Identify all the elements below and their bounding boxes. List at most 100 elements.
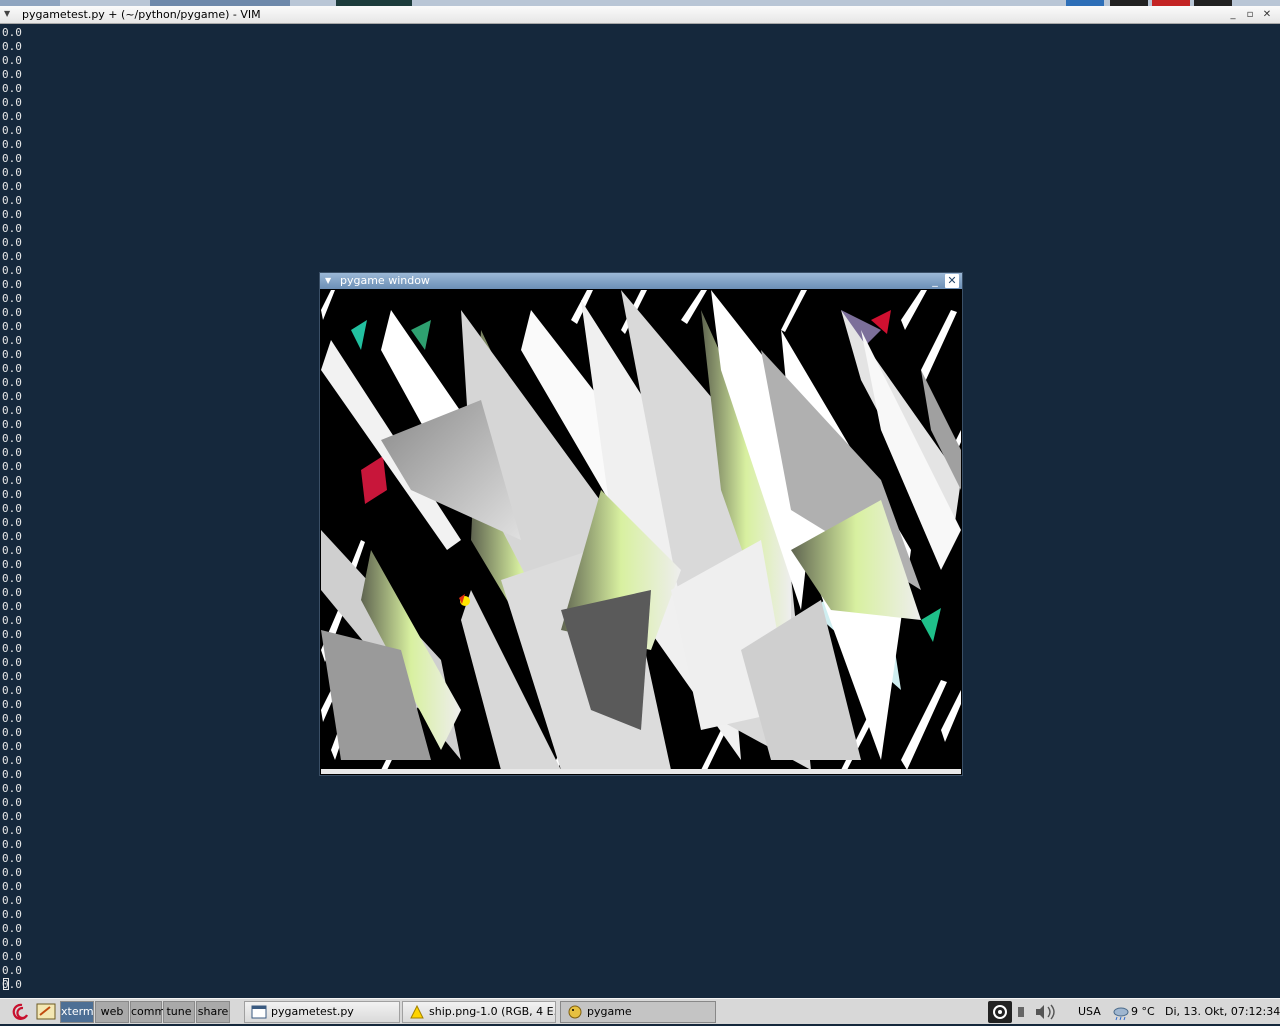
terminal-line: 0.0 (2, 922, 22, 935)
terminal-line: 0.0 (2, 516, 22, 529)
terminal-line: 0.0 (2, 96, 22, 109)
text-cursor (3, 978, 9, 990)
terminal-line: 0.0 (2, 124, 22, 137)
terminal-line: 0.0 (2, 502, 22, 515)
task-label: pygame (587, 1005, 632, 1018)
terminal-line: 0.0 (2, 684, 22, 697)
terminal-line: 0.0 (2, 334, 22, 347)
window-menu-icon[interactable]: ▼ (325, 276, 331, 285)
terminal-line: 0.0 (2, 54, 22, 67)
pygame-window-title: pygame window (340, 274, 430, 287)
task-label: ship.png-1.0 (RGB, 4 E... (429, 1005, 556, 1018)
terminal-line: 0.0 (2, 250, 22, 263)
terminal-line: 0.0 (2, 306, 22, 319)
terminal-line: 0.0 (2, 390, 22, 403)
weather-cloud-icon (1113, 1007, 1129, 1021)
terminal-line: 0.0 (2, 40, 22, 53)
terminal-line: 0.0 (2, 320, 22, 333)
terminal-line: 0.0 (2, 894, 22, 907)
close-button[interactable]: ✕ (1260, 8, 1274, 22)
terminal-line: 0.0 (2, 530, 22, 543)
window-bottom-border (321, 769, 961, 774)
terminal-line: 0.0 (2, 670, 22, 683)
terminal-line: 0.0 (2, 488, 22, 501)
terminal-line: 0.0 (2, 824, 22, 837)
vim-window-title: pygametest.py + (~/python/pygame) - VIM (22, 8, 261, 21)
terminal-line: 0.0 (2, 628, 22, 641)
terminal-line: 0.0 (2, 698, 22, 711)
terminal-line: 0.0 (2, 348, 22, 361)
terminal-line: 0.0 (2, 222, 22, 235)
terminal-line: 0.0 (2, 194, 22, 207)
window-icon (251, 1005, 267, 1019)
pygame-titlebar[interactable]: ▼ pygame window _ ✕ (320, 273, 962, 289)
terminal-line: 0.0 (2, 572, 22, 585)
task-label: pygametest.py (271, 1005, 354, 1018)
terminal-line: 0.0 (2, 600, 22, 613)
task-pygametest[interactable]: pygametest.py (244, 1001, 400, 1023)
terminal-line: 0.0 (2, 810, 22, 823)
minimize-button[interactable]: _ (928, 274, 942, 288)
start-menu-button[interactable] (8, 1001, 34, 1023)
terminal-line: 0.0 (2, 950, 22, 963)
terminal-line: 0.0 (2, 936, 22, 949)
tray-app-icon[interactable] (988, 1001, 1012, 1023)
terminal-line: 0.0 (2, 418, 22, 431)
terminal-line: 0.0 (2, 180, 22, 193)
editor-launcher-icon (36, 1003, 56, 1020)
vim-text-area[interactable]: 0.0 0.0 0.0 0.0 0.0 0.0 0.0 0.0 0.0 0.0 0.0 0.0 0.0 0… (2, 26, 302, 992)
maximize-button[interactable]: ▫ (1243, 8, 1257, 22)
debian-swirl-icon (12, 1003, 29, 1020)
terminal-line: 0.0 (2, 152, 22, 165)
clock[interactable]: Di, 13. Okt, 07:12:34 (1165, 1001, 1280, 1023)
terminal-line: 0.0 (2, 754, 22, 767)
record-icon (993, 1005, 1007, 1019)
terminal-line: 0.0 (2, 586, 22, 599)
desktop-share[interactable]: share (196, 1001, 230, 1023)
game-canvas[interactable] (321, 290, 961, 770)
terminal-line: 0.0 (2, 236, 22, 249)
terminal-line: 0.0 (2, 110, 22, 123)
keyboard-layout[interactable]: USA (1078, 1001, 1101, 1023)
terminal-line: 0.0 (2, 614, 22, 627)
image-editor-icon (410, 1005, 424, 1019)
desktop-web[interactable]: web (95, 1001, 129, 1023)
pygame-window[interactable]: ▼ pygame window _ ✕ (320, 273, 962, 775)
terminal-line: 0.0 (2, 768, 22, 781)
desktop-tune[interactable]: tune (163, 1001, 195, 1023)
close-button[interactable]: ✕ (945, 274, 959, 288)
launcher-button[interactable] (34, 1001, 58, 1023)
terminal-line: 0.0 (2, 712, 22, 725)
taskbar: xterm web comm tune share pygametest.py … (0, 998, 1280, 1024)
terminal-line: 0.0 (2, 964, 22, 977)
terminal-line: 0.0 (2, 908, 22, 921)
terminal-line: 0.0 (2, 852, 22, 865)
terminal-line: 0.0 (2, 796, 22, 809)
terminal-line: 0.0 (2, 138, 22, 151)
terminal-line: 0.0 (2, 404, 22, 417)
tray-network-volume[interactable] (1014, 1001, 1064, 1023)
terminal-line: 0.0 (2, 68, 22, 81)
terminal-line: 0.0 (2, 362, 22, 375)
terminal-line: 0.0 (2, 740, 22, 753)
terminal-line: 0.0 (2, 866, 22, 879)
terminal-line: 0.0 (2, 838, 22, 851)
terminal-line: 0.0 (2, 376, 22, 389)
terminal-line: 0.0 (2, 446, 22, 459)
terminal-line: 0.0 (2, 474, 22, 487)
terminal-line: 0.0 (2, 82, 22, 95)
terminal-line: 0.0 (2, 166, 22, 179)
task-pygame[interactable]: pygame (560, 1001, 716, 1023)
terminal-line: 0.0 (2, 558, 22, 571)
weather-temperature[interactable]: 9 °C (1131, 1001, 1155, 1023)
terminal-line: 0.0 (2, 460, 22, 473)
terminal-line: 0.0 (2, 880, 22, 893)
window-menu-icon[interactable]: ▼ (4, 9, 10, 18)
terminal-line: 0.0 (2, 978, 22, 991)
desktop-xterm[interactable]: xterm (60, 1001, 94, 1023)
minimize-button[interactable]: _ (1226, 8, 1240, 22)
desktop-comm[interactable]: comm (130, 1001, 165, 1023)
task-ship-png[interactable]: ship.png-1.0 (RGB, 4 E... (402, 1001, 556, 1023)
terminal-line: 0.0 (2, 544, 22, 557)
vim-titlebar[interactable]: ▼ pygametest.py + (~/python/pygame) - VI… (0, 6, 1280, 24)
